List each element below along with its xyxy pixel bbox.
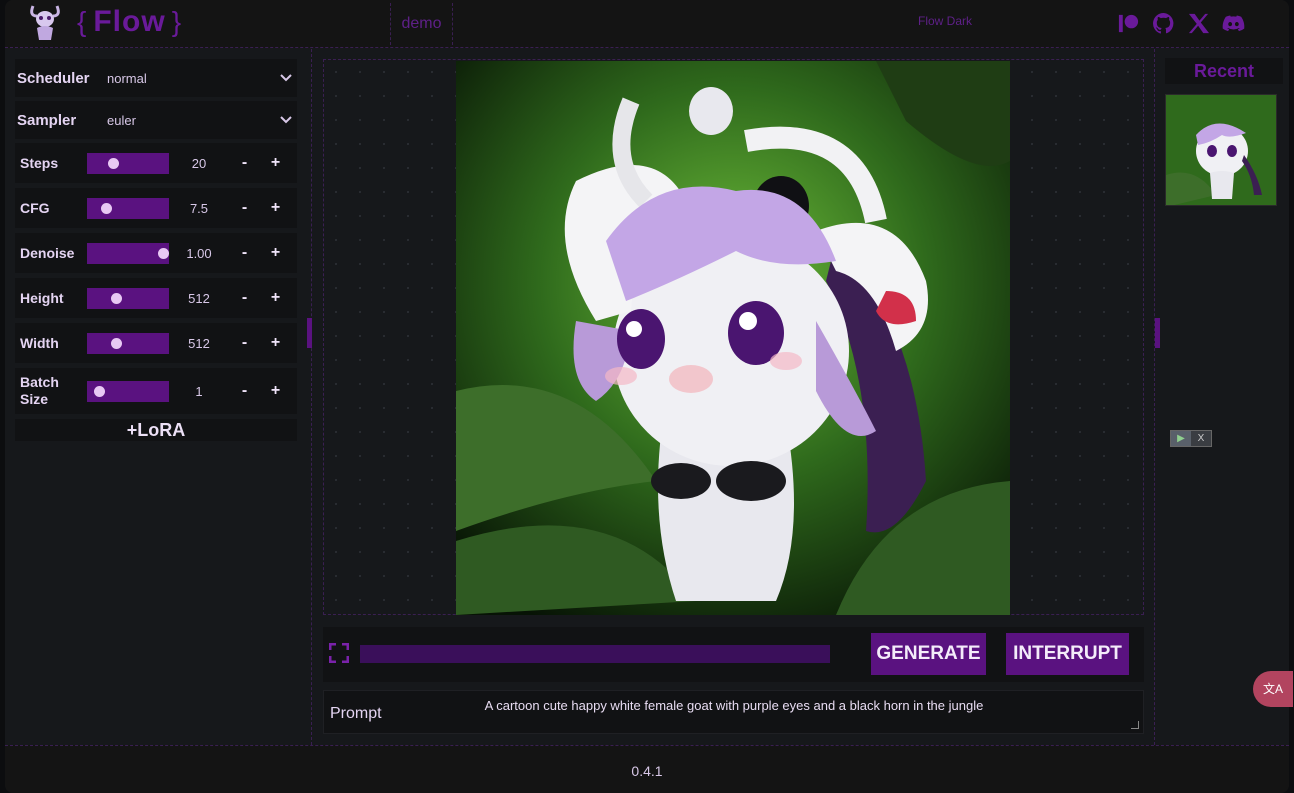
denoise-control: Denoise 1.00 - + (15, 233, 297, 273)
steps-label: Steps (20, 154, 59, 171)
settings-sidebar: Scheduler normal Sampler euler Steps 20 … (5, 49, 312, 745)
steps-control: Steps 20 - + (15, 143, 297, 183)
width-value: 512 (188, 335, 210, 351)
recent-thumbnail[interactable] (1165, 94, 1277, 206)
nav-demo-link[interactable]: demo (390, 3, 453, 45)
steps-value: 20 (191, 155, 207, 171)
close-icon[interactable]: X (1191, 431, 1211, 446)
height-label: Height (20, 289, 64, 306)
width-control: Width 512 - + (15, 323, 297, 363)
generation-controls: GENERATE INTERRUPT (323, 627, 1144, 682)
height-decrement-button[interactable]: - (229, 289, 260, 307)
slider-knob[interactable] (107, 157, 119, 169)
interrupt-button[interactable]: INTERRUPT (1006, 633, 1129, 675)
prompt-field[interactable]: Prompt A cartoon cute happy white female… (323, 690, 1144, 734)
chevron-down-icon[interactable] (279, 71, 293, 85)
app-brand[interactable]: {Flow} (71, 2, 188, 42)
brand-open-brace: { (77, 6, 88, 37)
brand-name: Flow (93, 5, 166, 38)
chevron-down-icon[interactable] (279, 113, 293, 127)
denoise-label: Denoise (20, 244, 75, 261)
height-increment-button[interactable]: + (260, 289, 291, 307)
cfg-increment-button[interactable]: + (260, 199, 291, 217)
batch-size-decrement-button[interactable]: - (229, 382, 260, 400)
batch-size-increment-button[interactable]: + (260, 382, 291, 400)
sampler-value[interactable]: euler (107, 113, 279, 128)
scheduler-value[interactable]: normal (107, 71, 279, 86)
header: {Flow} demo Flow Dark (5, 0, 1289, 48)
height-value: 512 (188, 290, 210, 306)
social-links (1117, 12, 1245, 35)
progress-bar (360, 645, 830, 663)
scheduler-select[interactable]: Scheduler normal (15, 59, 297, 97)
slider-knob[interactable] (101, 202, 113, 214)
goat-logo-icon[interactable] (25, 2, 65, 42)
github-icon[interactable] (1152, 12, 1175, 35)
width-slider[interactable] (87, 332, 169, 354)
x-icon[interactable] (1187, 12, 1210, 35)
width-decrement-button[interactable]: - (229, 334, 260, 352)
width-increment-button[interactable]: + (260, 334, 291, 352)
slider-knob[interactable] (158, 247, 169, 259)
denoise-value: 1.00 (186, 245, 212, 261)
sampler-select[interactable]: Sampler euler (15, 101, 297, 139)
translate-icon[interactable]: 文A (1253, 671, 1293, 707)
denoise-slider[interactable] (87, 242, 169, 264)
denoise-increment-button[interactable]: + (260, 244, 291, 262)
fullscreen-icon[interactable] (328, 642, 350, 664)
theme-selector[interactable]: Flow Dark (885, 14, 1005, 28)
batch-size-value: 1 (195, 383, 203, 399)
recent-title: Recent (1165, 58, 1283, 84)
steps-slider[interactable] (87, 152, 169, 174)
discord-icon[interactable] (1222, 12, 1245, 35)
recent-panel: Recent ▶ X (1156, 49, 1289, 745)
add-lora-button[interactable]: +LoRA (15, 419, 297, 441)
generated-image[interactable] (456, 61, 1010, 615)
width-label: Width (20, 334, 59, 351)
play-icon[interactable]: ▶ (1171, 431, 1191, 446)
slider-knob[interactable] (94, 385, 106, 397)
footer: 0.4.1 (5, 745, 1289, 793)
slider-knob[interactable] (111, 292, 123, 304)
generate-button[interactable]: GENERATE (871, 633, 986, 675)
steps-increment-button[interactable]: + (260, 154, 291, 172)
cfg-control: CFG 7.5 - + (15, 188, 297, 228)
sampler-label: Sampler (17, 111, 77, 129)
scheduler-label: Scheduler (17, 69, 90, 87)
brand-close-brace: } (171, 6, 183, 37)
app-window: {Flow} demo Flow Dark Scheduler normal S… (5, 0, 1289, 793)
cfg-slider[interactable] (87, 197, 169, 219)
denoise-decrement-button[interactable]: - (229, 244, 260, 262)
patreon-icon[interactable] (1117, 12, 1140, 35)
height-control: Height 512 - + (15, 278, 297, 318)
image-canvas (323, 59, 1144, 615)
batch-size-label: Batch Size (20, 374, 59, 407)
resize-grip-icon[interactable] (1131, 721, 1139, 729)
prompt-label: Prompt (330, 705, 382, 722)
media-mini-control[interactable]: ▶ X (1170, 430, 1212, 447)
batch-size-slider[interactable] (87, 380, 169, 402)
batch-size-control: Batch Size 1 - + (15, 368, 297, 414)
main-panel: GENERATE INTERRUPT Prompt A cartoon cute… (312, 49, 1155, 745)
slider-knob[interactable] (111, 337, 123, 349)
cfg-value: 7.5 (189, 200, 209, 216)
steps-decrement-button[interactable]: - (229, 154, 260, 172)
height-slider[interactable] (87, 287, 169, 309)
cfg-label: CFG (20, 199, 50, 216)
prompt-text[interactable]: A cartoon cute happy white female goat w… (414, 698, 1054, 713)
version-label: 0.4.1 (631, 763, 663, 779)
cfg-decrement-button[interactable]: - (229, 199, 260, 217)
